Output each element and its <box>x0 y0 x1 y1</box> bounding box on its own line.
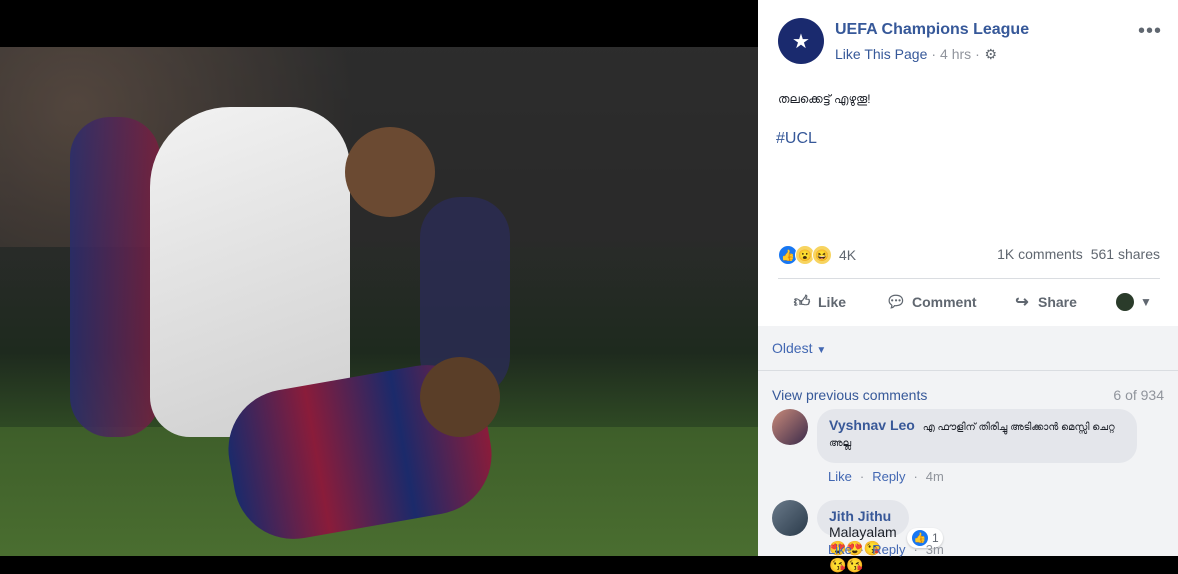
chevron-down-icon: ▼ <box>1140 295 1152 309</box>
comments-count[interactable]: 1K comments <box>997 246 1083 262</box>
photo-viewer <box>0 0 758 556</box>
ucl-logo-icon: ★ <box>792 30 810 53</box>
comment-button[interactable]: 💬︎ Comment <box>886 292 977 312</box>
thumbs-up-icon: 👍︎ <box>793 293 811 311</box>
chevron-down-icon: ▼ <box>816 345 827 356</box>
comment-time[interactable]: 4m <box>926 469 944 484</box>
post-text: തലക്കെട്ട് എഴുതൂ! <box>778 92 871 106</box>
post-actions: 👍︎ Like 💬︎ Comment ↪ Share ▼ <box>778 285 1162 319</box>
dot-separator: · <box>859 469 865 484</box>
comment-time[interactable]: 3m <box>926 542 944 557</box>
comment-label: Comment <box>912 294 977 310</box>
photo-player-head <box>420 357 500 437</box>
engagement-counts: 1K comments 561 shares <box>997 246 1160 262</box>
reaction-count: 4K <box>839 247 857 263</box>
comment-like-link[interactable]: Like <box>828 542 852 557</box>
comment-actions: Like · Reply · 3m <box>828 542 944 557</box>
page-avatar[interactable]: ★ <box>778 18 824 64</box>
comment-author[interactable]: Vyshnav Leo <box>829 417 915 433</box>
comments-section: Oldest ▼ View previous comments 6 of 934… <box>758 326 1178 573</box>
post-time[interactable]: 4 hrs <box>940 46 971 62</box>
share-button[interactable]: ↪ Share <box>1012 292 1077 312</box>
comment-reply-link[interactable]: Reply <box>872 469 905 484</box>
hashtag-link[interactable]: #UCL <box>776 130 817 148</box>
like-label: Like <box>818 294 847 310</box>
more-options-icon[interactable]: ••• <box>1138 20 1162 43</box>
divider <box>758 370 1178 371</box>
meta-separator: · <box>931 46 937 62</box>
reaction-summary[interactable]: 👍 😮 😆 4K <box>778 245 856 265</box>
post-photo[interactable] <box>0 47 758 556</box>
comment-author[interactable]: Jith Jithu <box>829 508 891 524</box>
comment-actions: Like · Reply · 4m <box>828 469 944 484</box>
post-meta: Like This Page · 4 hrs · ⚙ <box>835 46 998 63</box>
audience-selector[interactable]: ▼ <box>1116 293 1152 311</box>
post-side-panel: ★ UEFA Champions League Like This Page ·… <box>758 0 1178 573</box>
like-button[interactable]: 👍︎ Like <box>792 292 846 312</box>
avatar[interactable] <box>772 409 808 445</box>
haha-reaction-icon: 😆 <box>812 245 832 265</box>
shares-count[interactable]: 561 shares <box>1091 246 1160 262</box>
view-previous-comments-link[interactable]: View previous comments <box>772 387 927 403</box>
comment-icon: 💬︎ <box>885 294 907 311</box>
comment-reply-link[interactable]: Reply <box>872 542 905 557</box>
dot-separator: · <box>913 542 918 557</box>
meta-separator: · <box>975 46 980 62</box>
user-avatar <box>1116 293 1134 311</box>
like-page-link[interactable]: Like This Page <box>835 46 927 62</box>
dot-separator: · <box>859 542 865 557</box>
dot-separator: · <box>913 469 918 484</box>
comment-bubble: Jith Jithu Malayalam 😍😍😘😘😘 👍 1 <box>817 500 943 573</box>
comment-text: Malayalam <box>829 524 897 540</box>
comment-sort-dropdown[interactable]: Oldest ▼ <box>772 340 826 356</box>
gear-icon[interactable]: ⚙ <box>984 46 998 62</box>
comment-page-count: 6 of 934 <box>1113 387 1164 403</box>
divider <box>778 278 1160 279</box>
avatar[interactable] <box>772 500 808 536</box>
sort-label: Oldest <box>772 340 813 356</box>
comment-like-link[interactable]: Like <box>828 469 852 484</box>
share-label: Share <box>1038 294 1077 310</box>
page-name-link[interactable]: UEFA Champions League <box>835 21 1029 39</box>
comment-bubble: Vyshnav Leo എ ഫൗളിന് തിരിച്ചു അടിക്കാൻ മ… <box>817 409 1137 463</box>
photo-background-player <box>70 117 160 437</box>
share-icon: ↪ <box>1015 294 1029 311</box>
photo-player-head <box>345 127 435 217</box>
